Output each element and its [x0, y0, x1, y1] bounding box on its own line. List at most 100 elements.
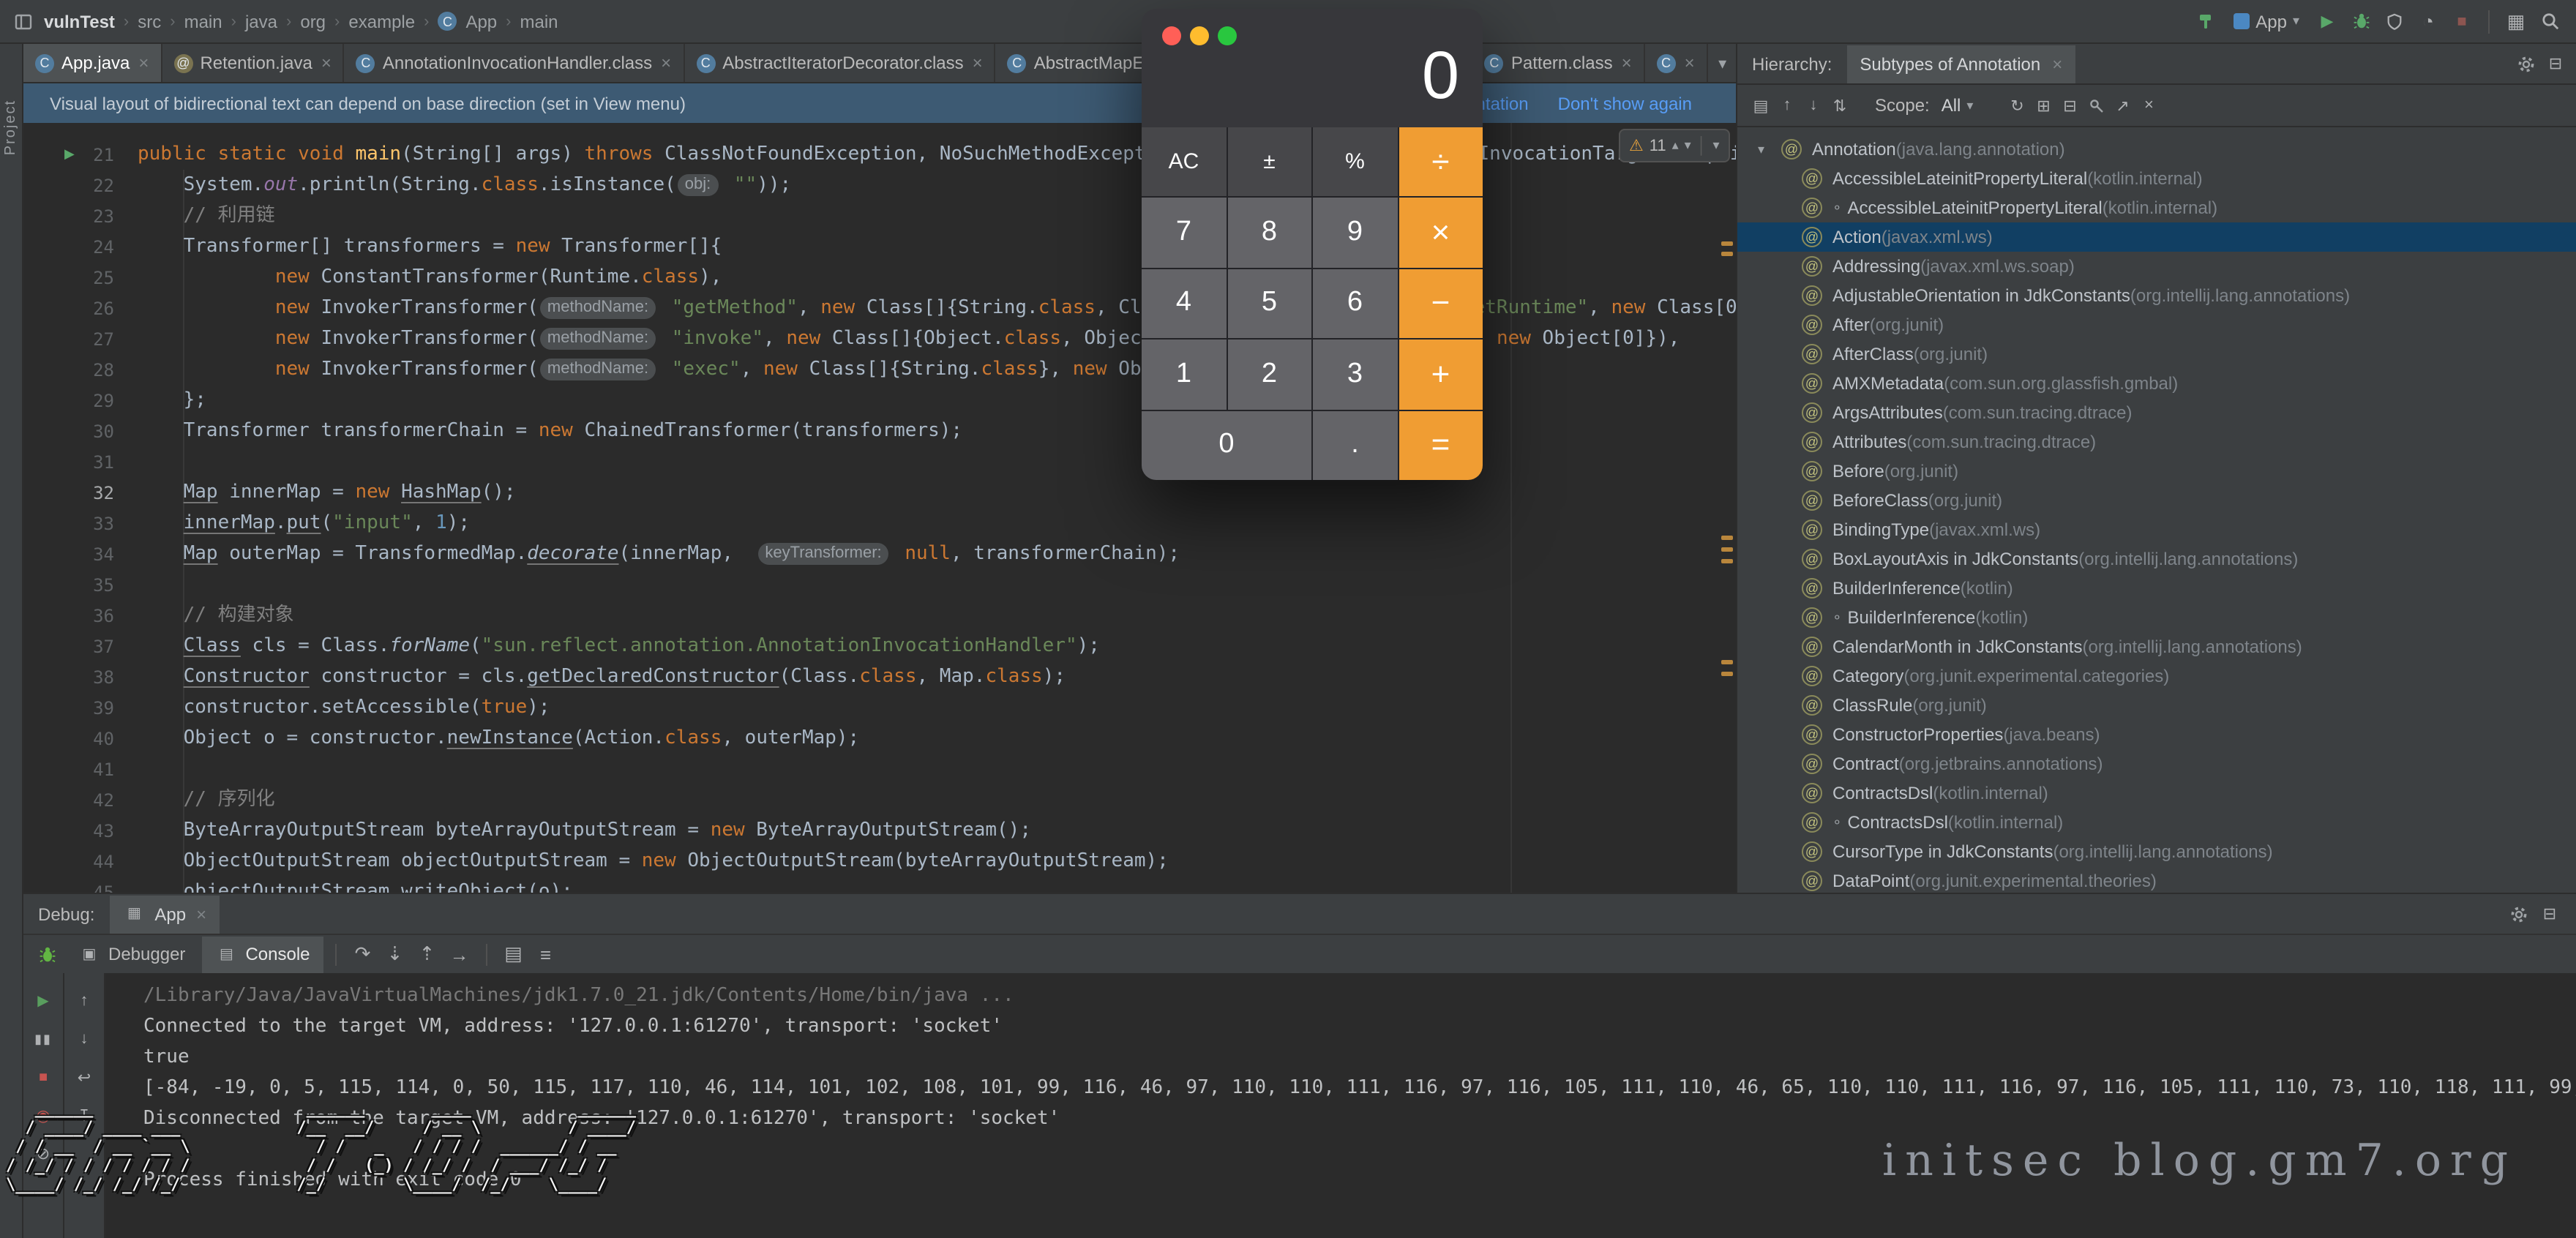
hierarchy-row[interactable]: @CursorType in JdkConstants (org.intelli… — [1737, 837, 2576, 866]
hierarchy-row[interactable]: @BoxLayoutAxis in JdkConstants (org.inte… — [1737, 544, 2576, 574]
breadcrumb-item[interactable]: vulnTest — [44, 11, 115, 31]
editor-tab[interactable]: CAbstractIteratorDecorator.class× — [684, 44, 996, 82]
debug-session-tab[interactable]: ▦ App × — [109, 895, 220, 933]
hierarchy-row[interactable]: @ArgsAttributes (com.sun.tracing.dtrace) — [1737, 398, 2576, 427]
code-line[interactable]: Map innerMap = new HashMap(); — [138, 477, 1736, 508]
hierarchy-row[interactable]: @∘ContractsDsl (kotlin.internal) — [1737, 808, 2576, 837]
editor-tab[interactable]: CPattern.class× — [1473, 44, 1645, 82]
layout-settings-icon[interactable]: ▤ — [499, 939, 528, 969]
hierarchy-row[interactable]: @BeforeClass (org.junit) — [1737, 486, 2576, 515]
sort-alphabetically-icon[interactable]: ⇅ — [1828, 94, 1852, 117]
editor-tab[interactable]: CApp.java× — [23, 44, 162, 82]
calc-button-digit-9[interactable]: 9 — [1313, 198, 1397, 268]
debug-button[interactable] — [2346, 7, 2375, 36]
code-line[interactable]: // 序列化 — [138, 784, 1736, 815]
hierarchy-row[interactable]: @BuilderInference (kotlin) — [1737, 574, 2576, 603]
gear-icon[interactable] — [2507, 902, 2531, 926]
calc-button-plus[interactable]: + — [1399, 339, 1483, 409]
minimize-window-icon[interactable] — [1190, 26, 1209, 45]
tab-close-icon[interactable]: × — [1685, 53, 1695, 73]
scope-selector[interactable]: All ▾ — [1942, 95, 1974, 116]
code-line[interactable]: // 利用链 — [138, 200, 1736, 231]
tool-window-icon[interactable] — [12, 10, 35, 33]
resume-button[interactable]: ▶ — [30, 988, 56, 1014]
calc-button-digit-4[interactable]: 4 — [1142, 269, 1226, 339]
hierarchy-row[interactable]: @Before (org.junit) — [1737, 457, 2576, 486]
hierarchy-row[interactable]: @After (org.junit) — [1737, 310, 2576, 339]
code-line[interactable]: Transformer[] transformers = new Transfo… — [138, 231, 1736, 262]
search-everywhere-icon[interactable] — [2535, 7, 2564, 36]
services-grid-icon[interactable]: ▦ — [2501, 7, 2531, 36]
inspections-menu-chevron-icon[interactable]: ▾ — [1712, 138, 1719, 154]
calc-button-digit-0[interactable]: 0 — [1142, 410, 1311, 480]
more-options-icon[interactable]: ≡ — [531, 939, 561, 969]
code-line[interactable]: Object o = constructor.newInstance(Actio… — [138, 723, 1736, 754]
hierarchy-row[interactable]: @Addressing (javax.xml.ws.soap) — [1737, 252, 2576, 281]
code-line[interactable] — [138, 754, 1736, 784]
tab-close-icon[interactable]: × — [661, 53, 671, 73]
hierarchy-row[interactable]: @ContractsDsl (kotlin.internal) — [1737, 779, 2576, 808]
code-line[interactable]: innerMap.put("input", 1); — [138, 508, 1736, 539]
calc-button-digit-6[interactable]: 6 — [1313, 269, 1397, 339]
editor-tab[interactable]: @Retention.java× — [162, 44, 344, 82]
breadcrumb-item[interactable]: example — [348, 11, 415, 31]
next-warning-icon[interactable]: ▾ — [1685, 138, 1691, 154]
code-line[interactable]: Map outerMap = TransformedMap.decorate(i… — [138, 539, 1736, 569]
gear-icon[interactable] — [2515, 52, 2538, 75]
calc-button-multiply[interactable]: × — [1399, 198, 1483, 268]
run-line-icon[interactable]: ▶ — [64, 146, 75, 162]
breadcrumb-item[interactable]: main — [520, 11, 558, 31]
calc-button-decimal[interactable]: . — [1313, 410, 1397, 480]
hierarchy-row[interactable]: @AfterClass (org.junit) — [1737, 339, 2576, 369]
expand-all-icon[interactable]: ⊞ — [2032, 94, 2055, 117]
stop-button[interactable]: ■ — [2447, 7, 2476, 36]
tab-close-icon[interactable]: × — [973, 53, 983, 73]
step-over-icon[interactable]: ↷ — [348, 939, 378, 969]
hidden-tabs-chevron-icon[interactable]: ▾ — [1711, 51, 1734, 75]
editor-tab[interactable]: CAnnotationInvocationHandler.class× — [345, 44, 684, 82]
close-window-icon[interactable] — [1162, 26, 1181, 45]
breadcrumb-item[interactable]: main — [184, 11, 222, 31]
hierarchy-row[interactable]: @ConstructorProperties (java.beans) — [1737, 720, 2576, 749]
tab-close-icon[interactable]: × — [196, 904, 206, 924]
step-into-icon[interactable]: ⇣ — [381, 939, 410, 969]
calc-button-plus-minus[interactable]: ± — [1227, 127, 1311, 197]
hierarchy-row[interactable]: @Action (javax.xml.ws) — [1737, 222, 2576, 252]
calc-button-digit-3[interactable]: 3 — [1313, 339, 1397, 409]
coverage-button[interactable] — [2380, 7, 2409, 36]
code-line[interactable]: constructor.setAccessible(true); — [138, 692, 1736, 723]
inspections-widget[interactable]: ⚠ 11 ▴ ▾ │ ▾ — [1619, 129, 1730, 162]
code-line[interactable]: Transformer transformerChain = new Chain… — [138, 416, 1736, 446]
prev-warning-icon[interactable]: ▴ — [1672, 138, 1679, 154]
code-line[interactable]: new ConstantTransformer(Runtime.class), — [138, 262, 1736, 293]
collapse-all-icon[interactable]: ⊟ — [2058, 94, 2081, 117]
run-button[interactable]: ▶ — [2313, 7, 2342, 36]
hierarchy-row[interactable]: @BindingType (javax.xml.ws) — [1737, 515, 2576, 544]
supertypes-icon[interactable]: ↑ — [1775, 94, 1799, 117]
run-to-cursor-icon[interactable]: → — [445, 939, 474, 969]
run-config-selector[interactable]: App ▾ — [2225, 8, 2308, 34]
build-icon[interactable] — [2191, 7, 2220, 36]
hierarchy-row[interactable]: ▾@Annotation (java.lang.annotation) — [1737, 135, 2576, 164]
pause-button[interactable]: ▮▮ — [30, 1026, 56, 1052]
calc-button-divide[interactable]: ÷ — [1399, 127, 1483, 197]
stop-button[interactable]: ■ — [30, 1064, 56, 1090]
tab-console[interactable]: ▤ Console — [201, 936, 323, 972]
tab-close-icon[interactable]: × — [2052, 53, 2062, 74]
calc-button-ac[interactable]: AC — [1142, 127, 1226, 197]
code-line[interactable]: }; — [138, 385, 1736, 416]
code-line[interactable]: new InvokerTransformer(methodName: "exec… — [138, 354, 1736, 385]
hierarchy-row[interactable]: @AdjustableOrientation in JdkConstants (… — [1737, 281, 2576, 310]
calculator-window[interactable]: 0 AC±%÷789×456−123+0.= — [1142, 9, 1483, 480]
hide-panel-icon[interactable]: ⊟ — [2544, 52, 2567, 75]
hide-panel-icon[interactable]: ⊟ — [2538, 902, 2561, 926]
profiler-button[interactable]: ◔ — [2414, 7, 2443, 36]
code-line[interactable]: // 构建对象 — [138, 600, 1736, 631]
tab-close-icon[interactable]: × — [1622, 53, 1632, 73]
hierarchy-row[interactable]: @∘BuilderInference (kotlin) — [1737, 603, 2576, 632]
stack-down-icon[interactable]: ↓ — [71, 1026, 97, 1052]
code-line[interactable]: new InvokerTransformer(methodName: "getM… — [138, 293, 1736, 323]
pin-icon[interactable] — [2084, 94, 2108, 117]
hierarchy-row[interactable]: @ClassRule (org.junit) — [1737, 691, 2576, 720]
step-out-icon[interactable]: ⇡ — [413, 939, 442, 969]
